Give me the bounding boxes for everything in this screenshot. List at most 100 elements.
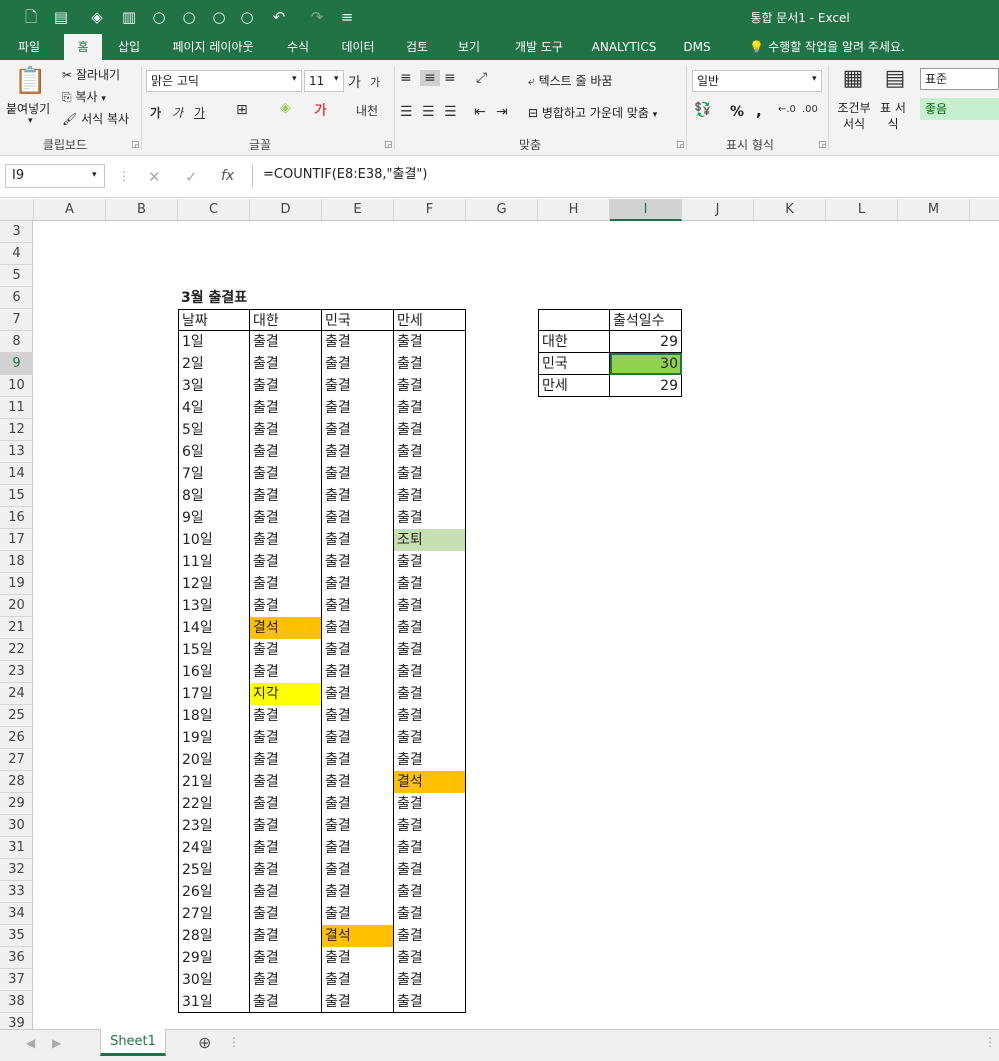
attendance-cell[interactable]: 6일 <box>178 441 250 463</box>
attendance-cell[interactable]: 출결 <box>250 397 322 419</box>
attendance-cell[interactable]: 출결 <box>322 617 394 639</box>
summary-corner-cell[interactable] <box>538 309 610 331</box>
style-normal[interactable]: 표준 <box>920 68 999 90</box>
redo-icon[interactable]: ↷ <box>306 6 328 28</box>
row-header-4[interactable]: 4 <box>0 243 33 265</box>
attendance-cell[interactable]: 출결 <box>394 397 466 419</box>
align-top-icon[interactable]: ≡ <box>400 70 412 86</box>
attendance-cell[interactable]: 출결 <box>322 463 394 485</box>
attendance-cell[interactable]: 2일 <box>178 353 250 375</box>
attendance-cell[interactable]: 21일 <box>178 771 250 793</box>
tab-2[interactable]: 삽입 <box>106 34 152 60</box>
attendance-cell[interactable]: 10일 <box>178 529 250 551</box>
prev-sheet-icon[interactable]: ◀ <box>26 1036 35 1050</box>
column-header-D[interactable]: D <box>250 199 322 221</box>
attendance-cell[interactable]: 출결 <box>394 463 466 485</box>
attendance-cell[interactable]: 3일 <box>178 375 250 397</box>
attendance-cell[interactable]: 7일 <box>178 463 250 485</box>
attendance-cell[interactable]: 결석 <box>322 925 394 947</box>
chevron-down-icon[interactable]: ▾ <box>92 170 97 180</box>
row-header-11[interactable]: 11 <box>0 397 33 419</box>
attendance-cell[interactable]: 출결 <box>322 881 394 903</box>
sheet-tab[interactable]: Sheet1 <box>100 1029 166 1056</box>
column-header-F[interactable]: F <box>394 199 466 221</box>
alignment-launcher-icon[interactable]: ◲ <box>676 140 685 150</box>
orientation-icon[interactable]: ⤢ <box>476 70 487 86</box>
function-icon[interactable]: fx <box>221 168 234 184</box>
row-header-20[interactable]: 20 <box>0 595 33 617</box>
row-header-19[interactable]: 19 <box>0 573 33 595</box>
attendance-cell[interactable]: 출결 <box>322 969 394 991</box>
attendance-cell[interactable]: 출결 <box>250 793 322 815</box>
add-sheet-icon[interactable]: ⊕ <box>198 1033 211 1052</box>
attendance-cell[interactable]: 출결 <box>250 705 322 727</box>
circle-icon[interactable]: ○ <box>148 6 170 28</box>
attendance-cell[interactable]: 출결 <box>322 419 394 441</box>
save-icon[interactable]: 🗋 <box>20 6 42 28</box>
attendance-cell[interactable]: 출결 <box>394 903 466 925</box>
phonetic-icon[interactable]: 내천 <box>356 102 378 119</box>
attendance-cell[interactable]: 출결 <box>322 485 394 507</box>
attendance-cell[interactable]: 18일 <box>178 705 250 727</box>
attendance-cell[interactable]: 8일 <box>178 485 250 507</box>
paste-button[interactable]: 붙여넣기 <box>6 100 50 117</box>
tab-7[interactable]: 보기 <box>448 34 490 60</box>
row-header-25[interactable]: 25 <box>0 705 33 727</box>
attendance-cell[interactable]: 출결 <box>322 903 394 925</box>
attendance-cell[interactable]: 출결 <box>394 573 466 595</box>
row-header-32[interactable]: 32 <box>0 859 33 881</box>
attendance-cell[interactable]: 출결 <box>250 375 322 397</box>
attendance-cell[interactable]: 31일 <box>178 991 250 1013</box>
tab-8[interactable]: 개발 도구 <box>502 34 576 60</box>
attendance-cell[interactable]: 출결 <box>322 749 394 771</box>
bold-icon[interactable]: 가 <box>150 104 161 121</box>
clipboard-launcher-icon[interactable]: ◲ <box>131 140 140 150</box>
attendance-cell[interactable]: 출결 <box>322 837 394 859</box>
column-header-A[interactable]: A <box>34 199 106 221</box>
attendance-cell[interactable]: 출결 <box>250 903 322 925</box>
number-format-select[interactable]: 일반 <box>692 70 822 92</box>
increase-indent-icon[interactable]: ⇥ <box>496 104 508 120</box>
conditional-format-button[interactable]: 조건부 서식 <box>834 100 874 132</box>
row-header-35[interactable]: 35 <box>0 925 33 947</box>
tab-3[interactable]: 페이지 레이아웃 <box>160 34 266 60</box>
attendance-cell[interactable]: 출결 <box>322 529 394 551</box>
attendance-cell[interactable]: 출결 <box>394 639 466 661</box>
attendance-cell[interactable]: 출결 <box>322 991 394 1013</box>
align-center-icon[interactable]: ☰ <box>422 104 435 120</box>
attendance-header-cell[interactable]: 대한 <box>250 309 322 331</box>
attendance-cell[interactable]: 출결 <box>250 881 322 903</box>
increase-decimal-icon[interactable]: ←.0 <box>778 104 796 115</box>
circle-icon[interactable]: ○ <box>178 6 200 28</box>
column-header-H[interactable]: H <box>538 199 610 221</box>
attendance-cell[interactable]: 출결 <box>394 727 466 749</box>
row-header-5[interactable]: 5 <box>0 265 33 287</box>
attendance-cell[interactable]: 출결 <box>322 727 394 749</box>
table-format-button[interactable]: 표 서식 <box>878 100 908 132</box>
row-header-23[interactable]: 23 <box>0 661 33 683</box>
row-header-18[interactable]: 18 <box>0 551 33 573</box>
row-header-13[interactable]: 13 <box>0 441 33 463</box>
column-header-J[interactable]: J <box>682 199 754 221</box>
attendance-header-cell[interactable]: 민국 <box>322 309 394 331</box>
attendance-header-cell[interactable]: 날짜 <box>178 309 250 331</box>
worksheet-grid[interactable]: 3월 출결표 날짜 대한 민국 만세 1일 출결 출결 출결 2일 출결 출결 출결 3일 출결 출결 출결 4일… <box>34 221 999 1029</box>
conditional-format-icon[interactable]: ▦ <box>838 66 868 96</box>
row-header-15[interactable]: 15 <box>0 485 33 507</box>
align-left-icon[interactable]: ☰ <box>400 104 413 120</box>
attendance-cell[interactable]: 출결 <box>394 991 466 1013</box>
number-launcher-icon[interactable]: ◲ <box>818 140 827 150</box>
row-header-28[interactable]: 28 <box>0 771 33 793</box>
attendance-cell[interactable]: 11일 <box>178 551 250 573</box>
tell-me-search[interactable]: 💡 수행할 작업을 알려 주세요. <box>732 34 922 60</box>
attendance-cell[interactable]: 출결 <box>322 551 394 573</box>
attendance-cell[interactable]: 출결 <box>394 617 466 639</box>
align-bottom-icon[interactable]: ≡ <box>444 70 456 86</box>
attendance-cell[interactable]: 출결 <box>322 507 394 529</box>
row-header-36[interactable]: 36 <box>0 947 33 969</box>
row-header-16[interactable]: 16 <box>0 507 33 529</box>
attendance-cell[interactable]: 출결 <box>394 661 466 683</box>
attendance-cell[interactable]: 출결 <box>394 419 466 441</box>
row-header-38[interactable]: 38 <box>0 991 33 1013</box>
attendance-cell[interactable]: 30일 <box>178 969 250 991</box>
